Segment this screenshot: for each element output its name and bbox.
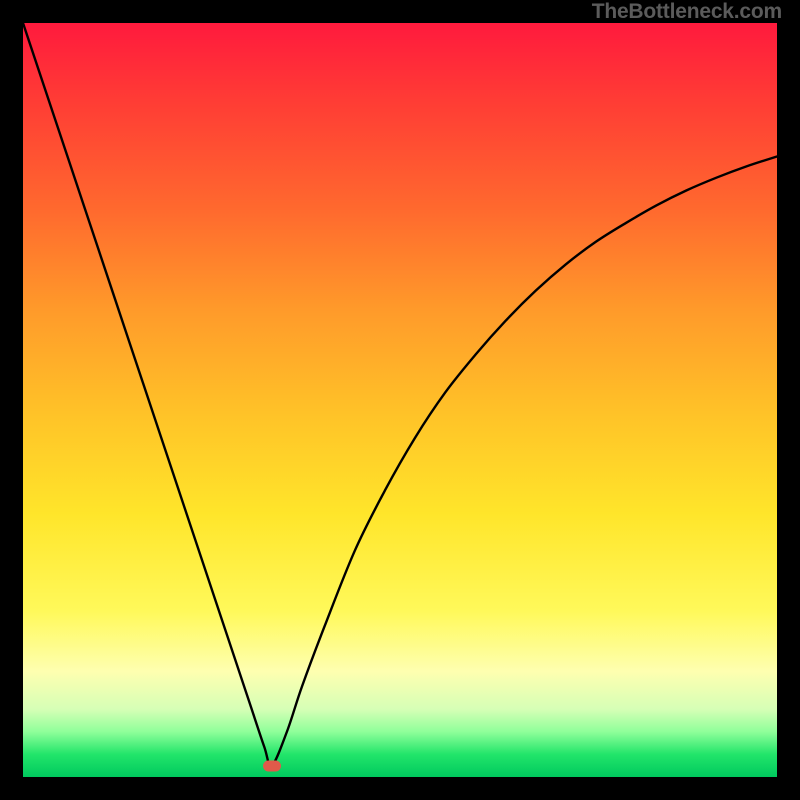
- curve-path: [23, 23, 777, 766]
- chart-frame: TheBottleneck.com: [0, 0, 800, 800]
- plot-area: [23, 23, 777, 777]
- bottleneck-curve: [23, 23, 777, 777]
- watermark-text: TheBottleneck.com: [592, 0, 782, 24]
- minimum-marker: [263, 760, 281, 771]
